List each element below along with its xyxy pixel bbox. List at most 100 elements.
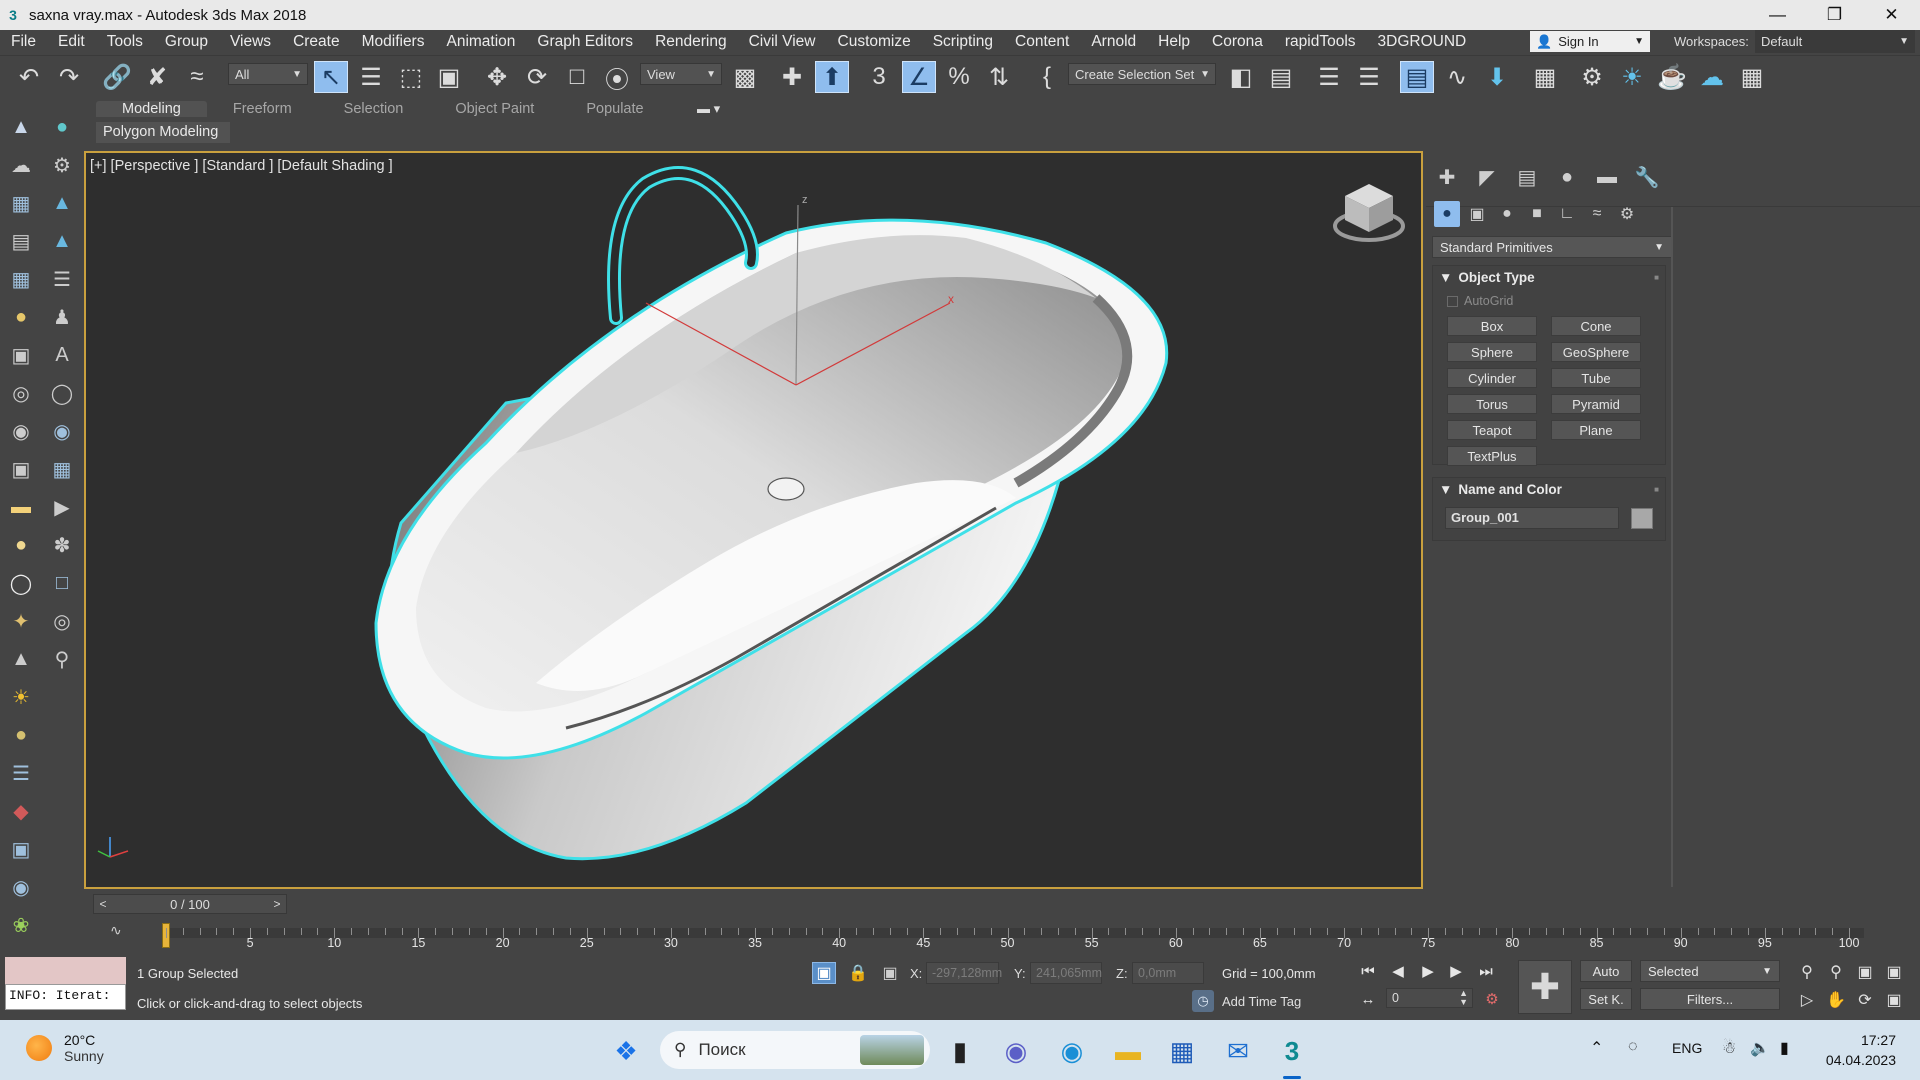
- tab-selection[interactable]: Selection: [318, 101, 430, 117]
- tab-populate[interactable]: Populate: [560, 101, 669, 117]
- 3ds-max-taskbar-icon[interactable]: 3: [1272, 1031, 1312, 1071]
- spinner-snap-icon[interactable]: ⇅: [982, 61, 1016, 93]
- film-icon[interactable]: ◉: [6, 416, 36, 446]
- pipe-icon[interactable]: ◆: [6, 796, 36, 826]
- network-icon[interactable]: ▣: [6, 834, 36, 864]
- taskbar-search[interactable]: ⚲ Поиск: [660, 1031, 930, 1069]
- isolate-selection-icon[interactable]: ▣: [812, 962, 836, 984]
- zoom-icon[interactable]: ⚲: [1795, 960, 1819, 984]
- camera-icon[interactable]: ▣: [6, 340, 36, 370]
- helpers-category-icon[interactable]: ∟: [1554, 201, 1580, 227]
- box-button[interactable]: Box: [1447, 316, 1537, 336]
- tab-freeform[interactable]: Freeform: [207, 101, 318, 117]
- foliage-icon[interactable]: ▲: [47, 226, 77, 256]
- system-clock[interactable]: 17:27 04.04.2023: [1818, 1030, 1896, 1070]
- set-key-button[interactable]: Set K.: [1580, 988, 1632, 1010]
- scene-explorer-icon[interactable]: ☰: [1312, 61, 1346, 93]
- name-and-color-header[interactable]: ▼ Name and Color ■: [1433, 478, 1665, 500]
- render-setup-icon[interactable]: ⚙: [1575, 61, 1609, 93]
- object-type-header[interactable]: ▼ Object Type ■: [1433, 266, 1665, 288]
- start-icon[interactable]: ❖: [606, 1031, 646, 1071]
- play-icon[interactable]: ▶: [1416, 960, 1440, 982]
- go-to-end-icon[interactable]: ⏭: [1474, 960, 1498, 982]
- wifi-icon[interactable]: ☃: [1722, 1038, 1736, 1058]
- tab-modeling[interactable]: Modeling: [96, 101, 207, 117]
- z-coordinate-field[interactable]: 0,0mm: [1132, 962, 1204, 984]
- window-crossing-icon[interactable]: ▣: [432, 61, 466, 93]
- filters-button[interactable]: Filters...: [1640, 988, 1780, 1010]
- cylinder-button[interactable]: Cylinder: [1447, 368, 1537, 388]
- ribbon-toggle-icon[interactable]: ▤: [1400, 61, 1434, 93]
- plant-icon[interactable]: ❀: [6, 910, 36, 940]
- zoom-extents-icon[interactable]: ▣: [1853, 960, 1877, 984]
- selection-filter-dropdown[interactable]: All ▼: [228, 63, 308, 85]
- sound-icon[interactable]: ◎: [6, 378, 36, 408]
- edge-browser-icon[interactable]: ◉: [1052, 1031, 1092, 1071]
- menu-views[interactable]: Views: [219, 33, 282, 51]
- render-icon[interactable]: ▶: [47, 492, 77, 522]
- tree-icon[interactable]: ▲: [47, 188, 77, 218]
- move-icon[interactable]: ✥: [480, 61, 514, 93]
- calendar-icon[interactable]: ▦: [6, 264, 36, 294]
- y-coordinate-field[interactable]: 241,065mm: [1030, 962, 1102, 984]
- menu-create[interactable]: Create: [282, 33, 351, 51]
- ball-icon[interactable]: ◯: [6, 568, 36, 598]
- polygon-modeling-panel[interactable]: Polygon Modeling: [96, 122, 230, 143]
- layer-explorer-icon[interactable]: ☰: [1352, 61, 1386, 93]
- next-frame-icon[interactable]: ▶: [1444, 960, 1468, 982]
- modify-tab-icon[interactable]: ◤: [1472, 163, 1502, 191]
- image-icon[interactable]: ▦: [6, 188, 36, 218]
- a360-gallery-icon[interactable]: ▦: [1735, 61, 1769, 93]
- minimize-icon[interactable]: —: [1749, 0, 1806, 30]
- angle-snap-icon[interactable]: ∠: [902, 61, 936, 93]
- mail-icon[interactable]: ✉: [1218, 1031, 1258, 1071]
- maxscript-listener[interactable]: INFO: Iterat:: [5, 957, 126, 1012]
- cone-light-icon[interactable]: ▲: [6, 644, 36, 674]
- menu-file[interactable]: File: [0, 33, 47, 51]
- time-slider[interactable]: < 0 / 100 >: [93, 894, 287, 914]
- menu-arnold[interactable]: Arnold: [1080, 33, 1147, 51]
- light-icon[interactable]: ●: [47, 112, 77, 142]
- redo-icon[interactable]: ↷: [52, 61, 86, 93]
- lock-icon[interactable]: 🔒: [846, 962, 870, 984]
- menu-modifiers[interactable]: Modifiers: [351, 33, 436, 51]
- geosphere-button[interactable]: GeoSphere: [1551, 342, 1641, 362]
- field-of-view-icon[interactable]: ▷: [1795, 988, 1819, 1012]
- zoom-all-icon[interactable]: ⚲: [1824, 960, 1848, 984]
- helper-icon[interactable]: ☁: [6, 150, 36, 180]
- material-editor-icon[interactable]: ▦: [1528, 61, 1562, 93]
- bulb-icon[interactable]: ●: [6, 302, 36, 332]
- link-icon[interactable]: 🔗: [100, 61, 134, 93]
- folder-icon[interactable]: ▬: [6, 492, 36, 522]
- next-frame-arrow[interactable]: >: [268, 897, 286, 911]
- maxscript-output[interactable]: INFO: Iterat:: [5, 984, 126, 1010]
- close-icon[interactable]: ✕: [1863, 0, 1920, 30]
- key-filter-dropdown[interactable]: Selected ▼: [1640, 960, 1780, 982]
- edit-named-selection-icon[interactable]: {: [1030, 61, 1064, 93]
- battery-icon[interactable]: ▮: [1780, 1038, 1789, 1058]
- scatter-icon[interactable]: ✽: [47, 530, 77, 560]
- hair-icon[interactable]: ☰: [6, 758, 36, 788]
- language-indicator[interactable]: ENG: [1672, 1040, 1702, 1056]
- pyramid-button[interactable]: Pyramid: [1551, 394, 1641, 414]
- perspective-viewport[interactable]: z x [+] [Perspective ] [Standard ] [Defa…: [84, 151, 1423, 889]
- track-bar[interactable]: ∿ 5 10 15 20 25 30 35 40 45 50 55 60 65 70 75 80 85 90 95 1…: [84, 920, 1864, 950]
- place-icon[interactable]: ⦿: [600, 61, 634, 94]
- microsoft-store-icon[interactable]: ▦: [1162, 1031, 1202, 1071]
- rotate-icon[interactable]: ⟳: [520, 61, 554, 93]
- viewcube-icon[interactable]: [1331, 180, 1407, 248]
- torus-icon[interactable]: ◯: [47, 378, 77, 408]
- keyboard-shortcut-override-icon[interactable]: ⬆: [815, 61, 849, 93]
- list-icon[interactable]: ☰: [47, 264, 77, 294]
- current-frame-field[interactable]: 0 ▲ ▼: [1386, 988, 1473, 1008]
- gear-icon[interactable]: ⚙: [47, 150, 77, 180]
- undo-icon[interactable]: ↶: [12, 61, 46, 93]
- sun-icon[interactable]: ☀: [6, 682, 36, 712]
- mini-curve-editor-icon[interactable]: ∿: [110, 922, 122, 939]
- viewport-label[interactable]: [+] [Perspective ] [Standard ] [Default …: [90, 158, 393, 174]
- menu-3dground[interactable]: 3DGROUND: [1367, 33, 1478, 51]
- time-config-icon[interactable]: ⚙: [1480, 988, 1504, 1010]
- curve-editor-icon[interactable]: ∿: [1440, 61, 1474, 93]
- select-by-name-icon[interactable]: ☰: [354, 61, 388, 93]
- bind-space-warp-icon[interactable]: ≈: [180, 61, 214, 93]
